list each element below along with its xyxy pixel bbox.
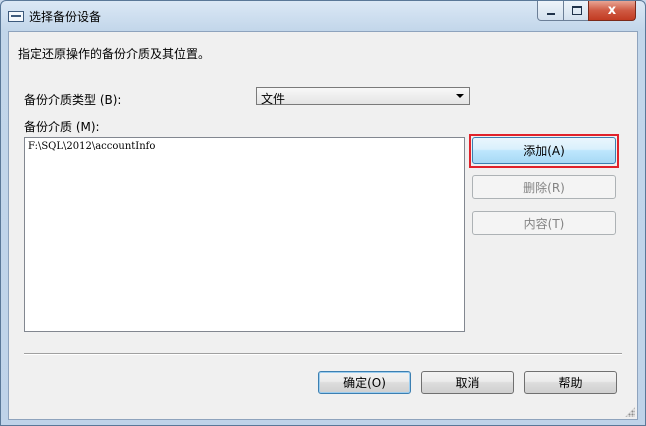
chevron-down-icon[interactable]: [456, 94, 464, 98]
window-title: 选择备份设备: [29, 10, 102, 24]
minimize-icon: [547, 12, 555, 15]
media-list-label: 备份介质 (M):: [24, 120, 100, 134]
instruction-text: 指定还原操作的备份介质及其位置。: [18, 47, 211, 61]
remove-button[interactable]: 删除(R): [472, 175, 616, 199]
title-bar[interactable]: 选择备份设备 x: [1, 1, 645, 31]
close-icon: x: [607, 3, 617, 18]
resize-grip-icon[interactable]: [625, 407, 635, 417]
maximize-icon: [571, 6, 582, 15]
media-type-dropdown[interactable]: 文件: [256, 87, 470, 106]
cancel-button[interactable]: 取消: [421, 371, 514, 394]
close-button[interactable]: x: [588, 1, 636, 21]
minimize-button[interactable]: [537, 1, 565, 21]
media-listbox[interactable]: F:\SQL\2012\accountInfo: [24, 137, 465, 332]
list-item[interactable]: F:\SQL\2012\accountInfo: [28, 141, 155, 152]
media-type-value: 文件: [261, 92, 286, 106]
dialog-window: 选择备份设备 x 指定还原操作的备份介质及其位置。 备份介质类型 (B): 文件…: [0, 0, 646, 426]
ok-button[interactable]: 确定(O): [318, 371, 411, 394]
dialog-client-area: 指定还原操作的备份介质及其位置。 备份介质类型 (B): 文件 备份介质 (M)…: [8, 31, 638, 420]
add-button[interactable]: 添加(A): [472, 137, 616, 164]
maximize-button[interactable]: [563, 1, 590, 21]
separator: [24, 353, 622, 355]
media-type-label: 备份介质类型 (B):: [24, 93, 122, 107]
window-icon: [8, 11, 24, 22]
contents-button[interactable]: 内容(T): [472, 211, 616, 235]
help-button[interactable]: 帮助: [524, 371, 617, 394]
